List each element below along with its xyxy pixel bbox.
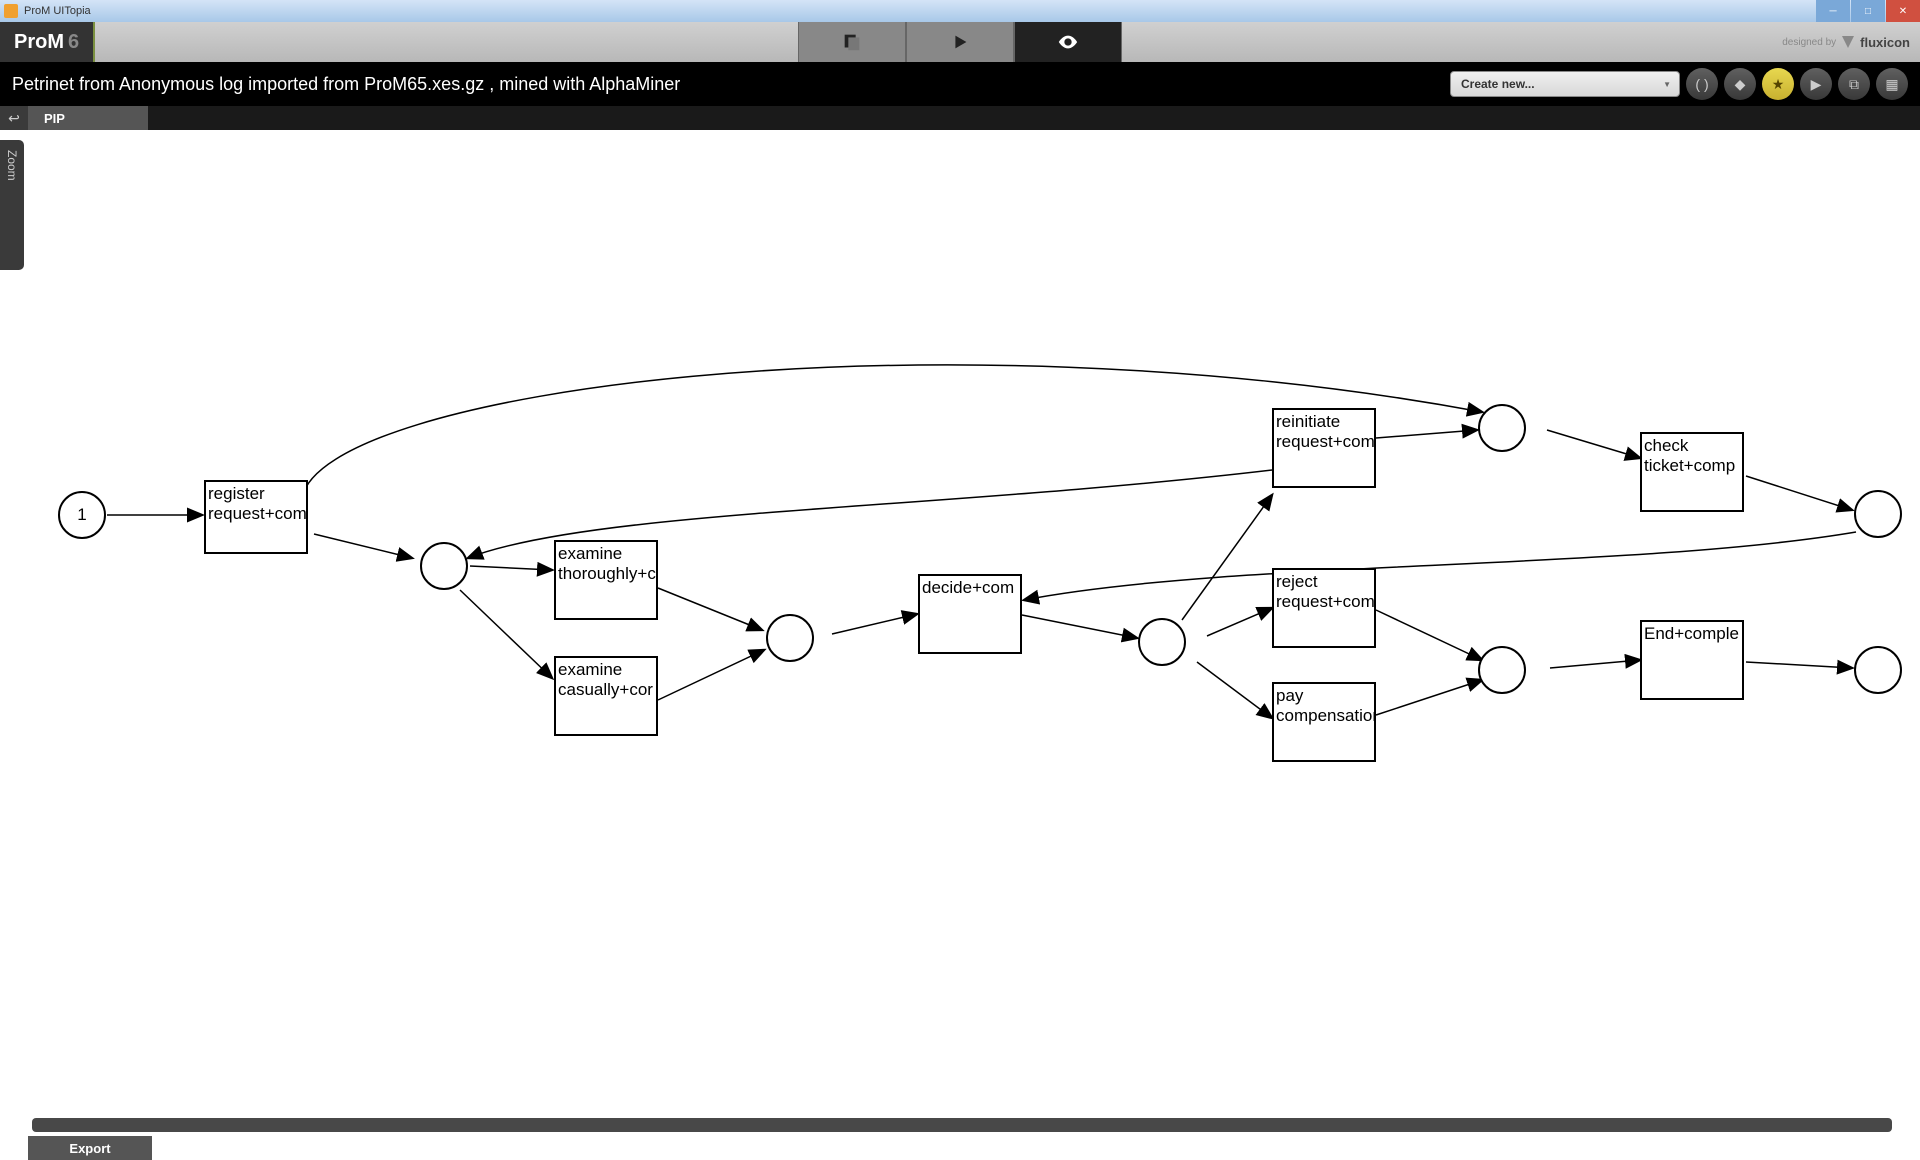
place-p2[interactable] bbox=[420, 542, 468, 590]
transition-decide[interactable]: decide+com bbox=[918, 574, 1022, 654]
transition-examine-thoroughly[interactable]: examine thoroughly+c bbox=[554, 540, 658, 620]
transition-end[interactable]: End+comple bbox=[1640, 620, 1744, 700]
designed-by-label: designed by bbox=[1782, 37, 1836, 48]
window-title: ProM UITopia bbox=[24, 5, 91, 17]
grid-icon: ▦ bbox=[1885, 76, 1898, 93]
zoom-handle[interactable]: Zoom bbox=[0, 140, 24, 270]
transition-reject[interactable]: reject request+com bbox=[1272, 568, 1376, 648]
transition-reject-label: reject request+com bbox=[1276, 572, 1375, 613]
play-icon bbox=[949, 31, 971, 53]
copy-icon: ⧉ bbox=[1849, 76, 1859, 93]
close-button[interactable]: ✕ bbox=[1886, 0, 1920, 22]
back-button[interactable]: ↩ bbox=[0, 106, 28, 130]
petrinet-canvas[interactable]: 1 register request+com examine thoroughl… bbox=[32, 140, 1892, 1110]
place-end[interactable] bbox=[1854, 646, 1902, 694]
fluxicon-logo-icon bbox=[1840, 34, 1856, 50]
place-start-token: 1 bbox=[77, 505, 86, 525]
place-start[interactable]: 1 bbox=[58, 491, 106, 539]
copy-button[interactable]: ⧉ bbox=[1838, 68, 1870, 100]
logo: ProM 6 bbox=[0, 22, 95, 62]
place-sink1[interactable] bbox=[1854, 490, 1902, 538]
app-icon bbox=[4, 4, 18, 18]
mode-tabs bbox=[798, 22, 1122, 62]
grid-button[interactable]: ▦ bbox=[1876, 68, 1908, 100]
tab-pip[interactable]: PIP bbox=[28, 106, 148, 130]
export-button[interactable]: Export bbox=[28, 1136, 152, 1160]
place-p5[interactable] bbox=[1478, 646, 1526, 694]
window-controls: ─ □ ✕ bbox=[1816, 0, 1920, 22]
export-label: Export bbox=[69, 1141, 110, 1156]
transition-check-ticket-label: check ticket+comp bbox=[1644, 436, 1740, 477]
tab-strip: ↩ PIP bbox=[0, 106, 1920, 130]
transition-register-label: register request+com bbox=[208, 484, 307, 525]
back-arrow-icon: ↩ bbox=[8, 110, 20, 127]
transition-reinitiate-label: reinitiate request+com bbox=[1276, 412, 1375, 453]
main-header: ProM 6 designed by fluxicon bbox=[0, 22, 1920, 62]
page-title: Petrinet from Anonymous log imported fro… bbox=[12, 74, 680, 95]
toolbar: Create new... ( ) ◆ ★ ▶ ⧉ ▦ bbox=[1450, 68, 1908, 100]
transition-examine-thoroughly-label: examine thoroughly+c bbox=[558, 544, 656, 585]
zoom-label: Zoom bbox=[5, 150, 19, 181]
transition-pay-label: pay compensation bbox=[1276, 686, 1376, 727]
create-new-label: Create new... bbox=[1461, 77, 1535, 91]
mode-tab-workspace[interactable] bbox=[798, 22, 906, 62]
create-new-dropdown[interactable]: Create new... bbox=[1450, 71, 1680, 97]
fluxicon-credit: designed by fluxicon bbox=[1782, 34, 1910, 50]
refresh-button[interactable]: ( ) bbox=[1686, 68, 1718, 100]
place-p4[interactable] bbox=[1138, 618, 1186, 666]
workspace: Zoom bbox=[0, 130, 1920, 1160]
favorite-button[interactable]: ★ bbox=[1762, 68, 1794, 100]
stack-icon bbox=[841, 31, 863, 53]
play-icon: ▶ bbox=[1811, 76, 1822, 93]
drop-icon: ◆ bbox=[1735, 76, 1746, 93]
transition-check-ticket[interactable]: check ticket+comp bbox=[1640, 432, 1744, 512]
minimize-button[interactable]: ─ bbox=[1816, 0, 1850, 22]
place-p3[interactable] bbox=[766, 614, 814, 662]
mode-tab-view[interactable] bbox=[1014, 22, 1122, 62]
logo-name: ProM bbox=[14, 31, 64, 54]
transition-decide-label: decide+com bbox=[922, 578, 1014, 598]
transition-register[interactable]: register request+com bbox=[204, 480, 308, 554]
tab-pip-label: PIP bbox=[44, 111, 65, 126]
transition-examine-casually[interactable]: examine casually+cor bbox=[554, 656, 658, 736]
sub-header: Petrinet from Anonymous log imported fro… bbox=[0, 62, 1920, 106]
transition-pay[interactable]: pay compensation bbox=[1272, 682, 1376, 762]
place-upper[interactable] bbox=[1478, 404, 1526, 452]
horizontal-scrollbar[interactable] bbox=[32, 1118, 1892, 1132]
play-button[interactable]: ▶ bbox=[1800, 68, 1832, 100]
logo-version: 6 bbox=[68, 31, 79, 54]
window-titlebar: ProM UITopia ─ □ ✕ bbox=[0, 0, 1920, 22]
mode-tab-action[interactable] bbox=[906, 22, 1014, 62]
star-icon: ★ bbox=[1772, 76, 1785, 93]
ink-button[interactable]: ◆ bbox=[1724, 68, 1756, 100]
transition-reinitiate[interactable]: reinitiate request+com bbox=[1272, 408, 1376, 488]
refresh-icon: ( ) bbox=[1695, 76, 1708, 92]
transition-end-label: End+comple bbox=[1644, 624, 1739, 644]
fluxicon-brand: fluxicon bbox=[1860, 35, 1910, 50]
maximize-button[interactable]: □ bbox=[1851, 0, 1885, 22]
transition-examine-casually-label: examine casually+cor bbox=[558, 660, 654, 701]
eye-icon bbox=[1057, 31, 1079, 53]
